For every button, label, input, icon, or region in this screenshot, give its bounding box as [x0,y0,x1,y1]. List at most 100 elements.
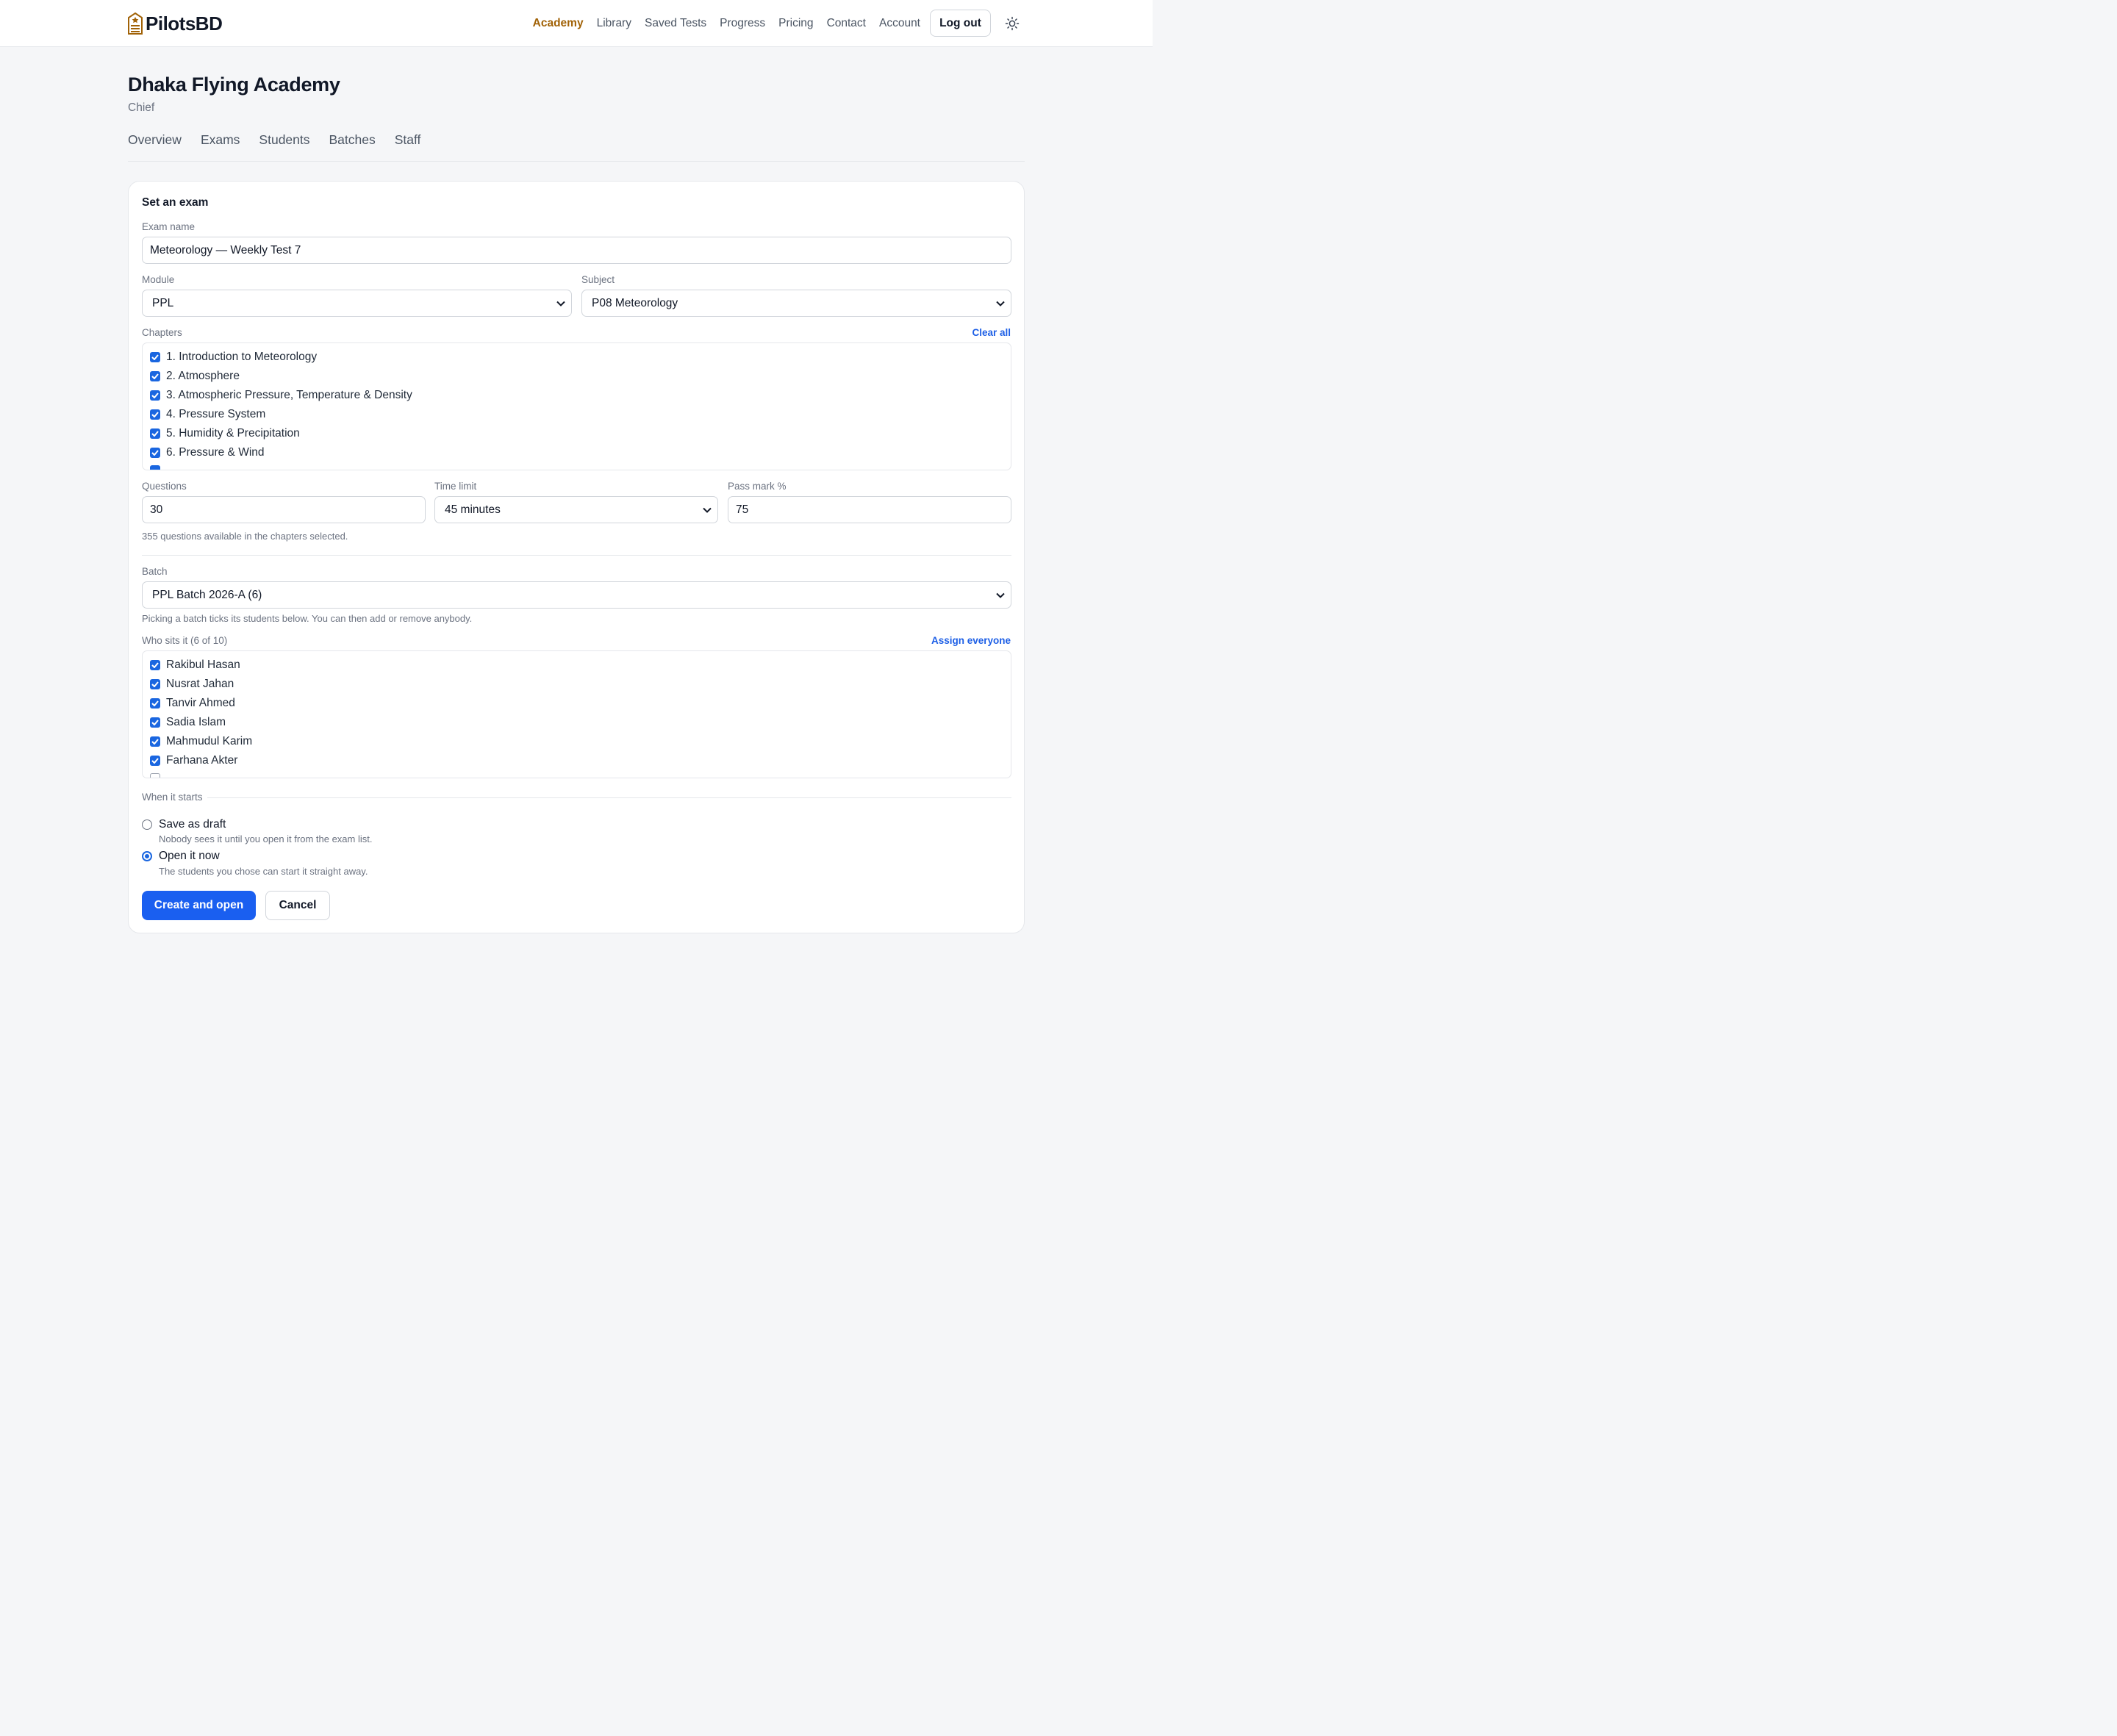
checkbox-checked-icon[interactable] [150,756,160,766]
section-divider [142,555,1011,556]
nav-contact[interactable]: Contact [827,17,866,30]
radio-unselected-icon[interactable] [142,819,152,830]
cancel-button[interactable]: Cancel [265,891,330,920]
student-item[interactable]: Tanvir Ahmed [150,697,235,710]
brand-name: PilotsBD [146,12,223,35]
student-name: Farhana Akter [166,754,238,767]
questions-value: 30 [150,503,163,516]
chapters-list[interactable]: 1. Introduction to Meteorology 2. Atmosp… [142,342,1011,470]
chapter-item[interactable]: 3. Atmospheric Pressure, Temperature & D… [150,389,412,402]
exam-name-label: Exam name [142,221,196,232]
chapter-label: 4. Pressure System [166,408,266,420]
exam-name-value: Meteorology — Weekly Test 7 [150,243,301,257]
clear-all-button[interactable]: Clear all [972,327,1011,338]
start-option-draft[interactable]: Save as draft [142,818,226,831]
nav-pricing[interactable]: Pricing [778,17,813,30]
checkbox-checked-icon[interactable] [150,352,160,362]
assign-everyone-button[interactable]: Assign everyone [931,635,1011,646]
checkbox-checked-icon[interactable] [150,465,160,470]
student-name: Mahmudul Karim [166,735,253,747]
radio-selected-icon[interactable] [142,851,152,861]
checkbox-checked-icon[interactable] [150,679,160,689]
chevron-down-icon [556,301,565,306]
tab-students[interactable]: Students [259,132,309,153]
pass-mark-input[interactable]: 75 [728,496,1011,523]
chapter-item[interactable]: 2. Atmosphere [150,370,240,383]
exam-name-input[interactable]: Meteorology — Weekly Test 7 [142,237,1011,264]
batch-label: Batch [142,566,168,577]
time-limit-label: Time limit [434,481,477,492]
top-navbar: PilotsBD Academy Library Saved Tests Pro… [0,0,1153,47]
nav-library[interactable]: Library [597,17,631,30]
card-title: Set an exam [142,196,209,209]
logo-icon [128,12,143,35]
batch-help: Picking a batch ticks its students below… [142,613,473,624]
chevron-down-icon [996,301,1005,306]
pass-mark-value: 75 [736,503,749,516]
student-item[interactable]: Nusrat Jahan [150,678,234,691]
subject-label: Subject [581,274,615,285]
nav-saved-tests[interactable]: Saved Tests [645,17,706,30]
start-option-help: Nobody sees it until you open it from th… [159,833,373,844]
sitters-label: Who sits it (6 of 10) [142,635,228,646]
module-label: Module [142,274,175,285]
tab-batches[interactable]: Batches [329,132,376,153]
nav-progress[interactable]: Progress [720,17,765,30]
student-item[interactable]: Farhana Akter [150,754,237,767]
sitters-list[interactable]: Rakibul Hasan Nusrat Jahan Tanvir Ahmed … [142,650,1011,778]
brand-logo[interactable]: PilotsBD [128,12,223,35]
nav-academy[interactable]: Academy [533,17,584,30]
time-limit-value: 45 minutes [445,503,501,516]
student-item[interactable]: Mahmudul Karim [150,735,252,748]
student-item[interactable]: Rakibul Hasan [150,659,240,672]
set-exam-card: Set an exam Exam name Meteorology — Week… [128,181,1025,933]
start-fieldset-legend: When it starts [142,792,207,803]
theme-toggle-button[interactable] [1004,15,1020,32]
chapter-label: 6. Pressure & Wind [166,446,265,459]
tab-overview[interactable]: Overview [128,132,182,153]
batch-select[interactable]: PPL Batch 2026-A (6) [142,581,1011,609]
tab-exams[interactable]: Exams [201,132,240,153]
checkbox-checked-icon[interactable] [150,428,160,439]
module-select[interactable]: PPL [142,290,572,317]
checkbox-checked-icon[interactable] [150,717,160,728]
chapter-item[interactable]: 5. Humidity & Precipitation [150,427,300,440]
fieldset-line [142,797,1011,798]
user-role: Chief [128,101,155,114]
student-item-partial[interactable] [150,773,160,778]
module-value: PPL [152,296,174,309]
chapter-item-partial[interactable] [150,465,160,470]
chapters-label: Chapters [142,327,182,338]
checkbox-checked-icon[interactable] [150,390,160,401]
checkbox-checked-icon[interactable] [150,736,160,747]
checkbox-unchecked-icon[interactable] [150,773,160,778]
student-name: Sadia Islam [166,716,226,728]
checkbox-checked-icon[interactable] [150,371,160,381]
batch-value: PPL Batch 2026-A (6) [152,588,262,601]
subject-value: P08 Meteorology [592,296,678,309]
logout-button[interactable]: Log out [930,10,991,37]
tab-staff[interactable]: Staff [395,132,421,153]
chapter-label: 1. Introduction to Meteorology [166,351,318,363]
chapter-item[interactable]: 1. Introduction to Meteorology [150,351,317,364]
questions-label: Questions [142,481,187,492]
start-option-open[interactable]: Open it now [142,850,220,863]
start-option-label: Open it now [159,850,220,862]
chevron-down-icon [996,592,1005,598]
checkbox-checked-icon[interactable] [150,448,160,458]
chapter-item[interactable]: 6. Pressure & Wind [150,446,265,459]
student-item[interactable]: Sadia Islam [150,716,226,729]
questions-input[interactable]: 30 [142,496,426,523]
time-limit-select[interactable]: 45 minutes [434,496,718,523]
chevron-down-icon [703,507,712,513]
student-name: Nusrat Jahan [166,678,234,690]
nav-account[interactable]: Account [879,17,920,30]
checkbox-checked-icon[interactable] [150,698,160,709]
chapter-item[interactable]: 4. Pressure System [150,408,265,421]
checkbox-checked-icon[interactable] [150,660,160,670]
subject-select[interactable]: P08 Meteorology [581,290,1011,317]
questions-available-note: 355 questions available in the chapters … [142,531,348,542]
checkbox-checked-icon[interactable] [150,409,160,420]
create-and-open-button[interactable]: Create and open [142,891,256,920]
chapter-label: 5. Humidity & Precipitation [166,427,300,440]
